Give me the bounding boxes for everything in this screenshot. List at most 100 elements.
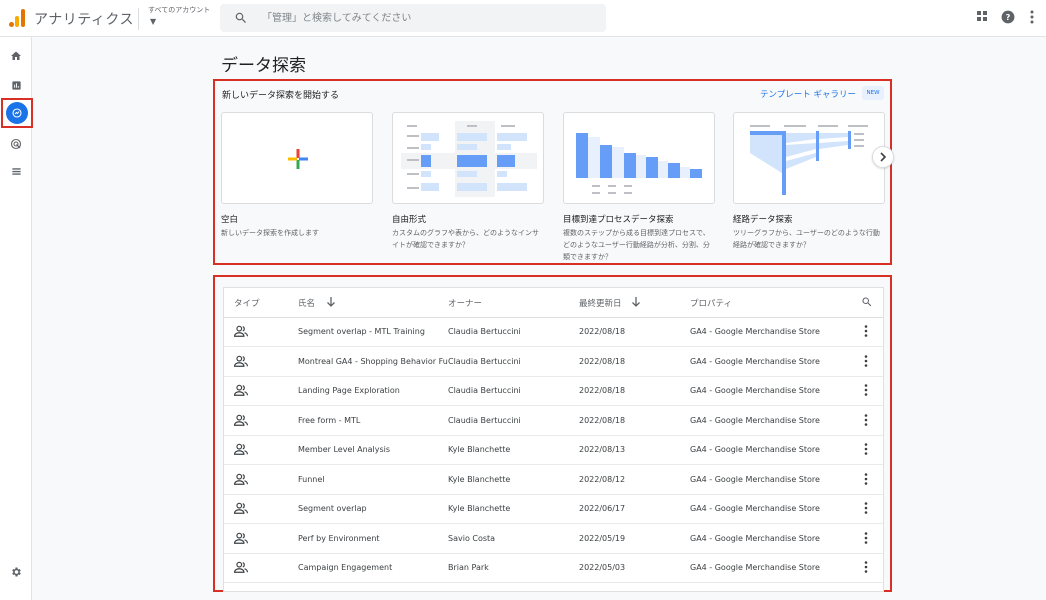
exploration-modified-date: 2022/08/13: [579, 445, 626, 454]
exploration-name-link[interactable]: Landing Page Exploration: [298, 386, 448, 395]
nav-configure[interactable]: [4, 159, 28, 183]
table-row[interactable]: Segment overlap Kyle Blanchette 2022/06/17…: [224, 495, 883, 524]
table-row[interactable]: Segment overlap - MTL Training Claudia Be…: [224, 318, 883, 347]
exploration-modified-date: 2022/08/12: [579, 474, 626, 484]
shared-users-icon: [234, 502, 248, 516]
table-row[interactable]: Landing Page Exploration Claudia Bertucci…: [224, 377, 883, 406]
card-funnel[interactable]: [563, 112, 715, 204]
nav-admin[interactable]: [4, 560, 28, 584]
sort-arrow-down-icon[interactable]: [631, 296, 641, 308]
free-form-thumbnail: [401, 121, 537, 197]
exploration-name-link[interactable]: Segment overlap - MTL Training: [298, 327, 448, 336]
search-bar[interactable]: [220, 4, 606, 32]
row-more-vert-icon[interactable]: [864, 502, 868, 516]
search-input[interactable]: [262, 4, 592, 32]
col-modified-header[interactable]: 最終更新日: [579, 297, 622, 309]
exploration-owner: Kyle Blanchette: [448, 445, 511, 454]
account-caret-icon[interactable]: ▼: [150, 17, 156, 26]
card-free-form-desc: カスタムのグラフや表から、どのようなインサイトが確認できますか？: [392, 229, 539, 249]
exploration-modified-date: 2022/05/03: [579, 563, 626, 572]
card-path-title[interactable]: 経路データ探索: [733, 213, 793, 225]
left-nav: [0, 37, 33, 600]
search-icon: [235, 12, 246, 23]
col-property-header: プロパティ: [690, 299, 732, 309]
table-search-icon[interactable]: [861, 296, 873, 308]
app-title: アナリティクス: [34, 12, 134, 28]
col-type-header: タイプ: [234, 299, 260, 309]
path-thumbnail: [750, 125, 868, 195]
template-gallery-link[interactable]: テンプレート ギャラリー: [760, 88, 856, 100]
exploration-name-link[interactable]: Segment overlap: [298, 504, 448, 513]
apps-grid-icon[interactable]: [977, 11, 989, 23]
table-row[interactable]: Member Level Analysis Kyle Blanchette 2022…: [224, 436, 883, 465]
table-row[interactable]: Free form - MTL Claudia Bertuccini 2022/08…: [224, 407, 883, 436]
shared-users-icon: [234, 473, 248, 487]
carousel-next-button[interactable]: [872, 146, 894, 168]
card-free-form-title[interactable]: 自由形式: [392, 213, 426, 225]
nav-advertising[interactable]: [4, 132, 28, 156]
funnel-thumbnail: [576, 133, 702, 194]
exploration-property: GA4 - Google Merchandise Store: [690, 415, 820, 425]
exploration-modified-date: 2022/08/18: [579, 386, 626, 395]
exploration-modified-date: 2022/08/18: [579, 356, 626, 366]
card-funnel-title[interactable]: 目標到達プロセスデータ探索: [563, 213, 674, 225]
exploration-property: GA4 - Google Merchandise Store: [690, 563, 820, 572]
gear-icon: [12, 567, 21, 577]
shared-users-icon: [234, 355, 248, 369]
exploration-list-section: タイプ 氏名 オーナー 最終更新日 プロパティ Segment overlap …: [213, 275, 892, 592]
exploration-name-link[interactable]: Perf by Environment: [298, 534, 448, 543]
chevron-right-icon: [880, 152, 887, 162]
row-more-vert-icon[interactable]: [864, 413, 868, 428]
exploration-property: GA4 - Google Merchandise Store: [690, 504, 820, 513]
row-more-vert-icon[interactable]: [864, 354, 868, 369]
card-path-desc: ツリーグラフから、ユーザーのどのような行動経路が確認できますか？: [733, 229, 880, 249]
nav-explore[interactable]: [1, 98, 33, 128]
card-path[interactable]: [733, 112, 885, 204]
row-more-vert-icon[interactable]: [864, 561, 868, 575]
exploration-owner: Claudia Bertuccini: [448, 327, 521, 336]
more-vert-icon[interactable]: [1029, 10, 1035, 24]
row-more-vert-icon[interactable]: [864, 384, 868, 398]
exploration-property: GA4 - Google Merchandise Store: [690, 445, 820, 454]
exploration-name-link[interactable]: Montreal GA4 - Shopping Behavior Fu...: [298, 357, 448, 366]
row-more-vert-icon[interactable]: [864, 472, 868, 487]
exploration-name-link[interactable]: Funnel: [298, 475, 448, 484]
row-more-vert-icon[interactable]: [864, 443, 868, 457]
sort-arrow-down-icon[interactable]: [326, 296, 336, 308]
new-badge: NEW: [862, 86, 884, 100]
shared-users-icon: [234, 414, 248, 428]
card-blank[interactable]: [221, 112, 373, 204]
col-owner-header[interactable]: オーナー: [448, 297, 482, 309]
card-funnel-desc: 複数のステップから成る目標到達プロセスで、どのようなユーザー行動経路が分析、分割…: [563, 229, 710, 261]
table-row[interactable]: Campaign Engagement Brian Park 2022/05/03 G…: [224, 554, 883, 583]
nav-home[interactable]: [4, 44, 28, 68]
exploration-property: GA4 - Google Merchandise Store: [690, 386, 820, 395]
bar-chart-icon: [11, 80, 21, 90]
exploration-modified-date: 2022/05/19: [579, 533, 626, 543]
list-icon: [11, 167, 21, 175]
row-more-vert-icon[interactable]: [864, 531, 868, 546]
exploration-name-link[interactable]: Free form - MTL: [298, 416, 448, 425]
table-header: タイプ 氏名 オーナー 最終更新日 プロパティ: [224, 288, 883, 318]
table-row[interactable]: Perf by Environment Savio Costa 2022/05/19…: [224, 525, 883, 554]
exploration-name-link[interactable]: Member Level Analysis: [298, 445, 448, 454]
exploration-modified-date: 2022/08/18: [579, 415, 626, 425]
analytics-logo[interactable]: [9, 9, 25, 27]
table-row[interactable]: Funnel Kyle Blanchette 2022/08/12 GA4 - Goo…: [224, 466, 883, 495]
exploration-owner: Claudia Bertuccini: [448, 415, 521, 425]
card-blank-title[interactable]: 空白: [221, 213, 238, 225]
col-name-header[interactable]: 氏名: [298, 297, 315, 309]
exploration-owner: Claudia Bertuccini: [448, 356, 521, 366]
shared-users-icon: [234, 532, 248, 546]
card-blank-desc: 新しいデータ探索を作成します: [221, 229, 319, 237]
exploration-property: GA4 - Google Merchandise Store: [690, 533, 820, 543]
help-icon[interactable]: ?: [1001, 10, 1015, 24]
row-more-vert-icon[interactable]: [864, 325, 868, 339]
table-row[interactable]: Montreal GA4 - Shopping Behavior Fu... Cl…: [224, 348, 883, 377]
exploration-name-link[interactable]: Campaign Engagement: [298, 563, 448, 572]
shared-users-icon: [234, 384, 248, 398]
card-free-form[interactable]: [392, 112, 544, 204]
svg-text:?: ?: [1006, 12, 1011, 22]
account-selector-label[interactable]: すべてのアカウント: [148, 5, 210, 15]
nav-reports[interactable]: [4, 73, 28, 97]
